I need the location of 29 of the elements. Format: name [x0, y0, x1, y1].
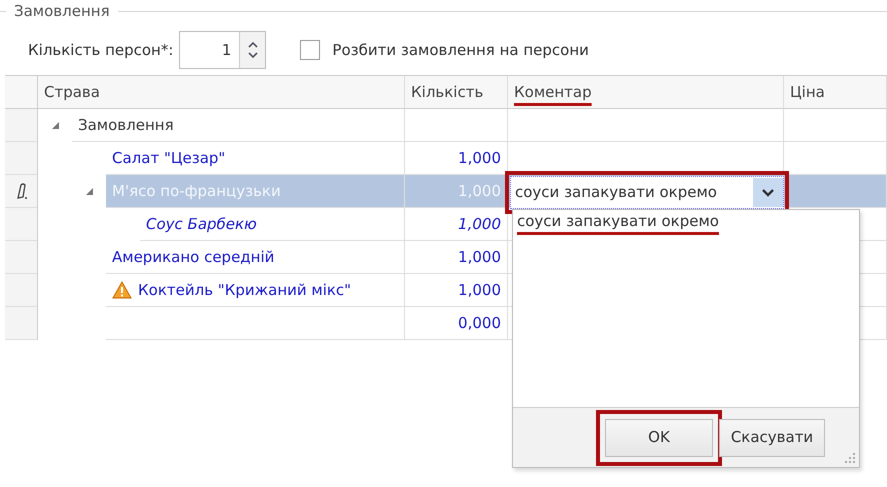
- column-header[interactable]: Страва: [38, 76, 405, 109]
- memo-field[interactable]: соуси запакувати окремо: [513, 210, 859, 407]
- quantity-cell: 1,000: [405, 274, 508, 307]
- dish-cell: Коктейль "Крижаний мікс": [106, 274, 405, 307]
- persons-label: Кількість персон*:: [28, 40, 174, 61]
- split-label: Розбити замовлення на персони: [332, 40, 589, 61]
- group-row-cell: Замовлення: [72, 109, 405, 142]
- column-header[interactable]: Коментар: [508, 76, 784, 109]
- row-indicator-cell: [5, 274, 38, 307]
- dropdown-caret-icon[interactable]: [761, 188, 775, 198]
- persons-spinner[interactable]: 1: [179, 31, 266, 69]
- quantity-cell: 1,000: [405, 175, 508, 208]
- row-indicator-cell: [5, 241, 38, 274]
- expand-arrow-icon[interactable]: [84, 186, 94, 197]
- dish-cell: Американо середній: [106, 241, 405, 274]
- dish-cell: Соус Барбекю: [140, 208, 405, 241]
- row-indicator-cell: [5, 109, 38, 142]
- column-header[interactable]: Ціна: [784, 76, 887, 109]
- cancel-button[interactable]: Скасувати: [719, 418, 825, 456]
- column-header[interactable]: Кількість: [405, 76, 508, 109]
- split-checkbox[interactable]: [300, 40, 320, 60]
- quantity-cell: 0,000: [405, 307, 508, 340]
- quantity-cell: 1,000: [405, 241, 508, 274]
- resize-grip-icon[interactable]: [844, 452, 856, 464]
- row-indicator-cell: [5, 307, 38, 340]
- dish-cell: М'ясо по-французьки: [106, 175, 405, 208]
- expand-arrow-icon[interactable]: [50, 120, 60, 131]
- pencil-icon: [14, 182, 28, 200]
- spin-arrows-icon[interactable]: [246, 39, 259, 61]
